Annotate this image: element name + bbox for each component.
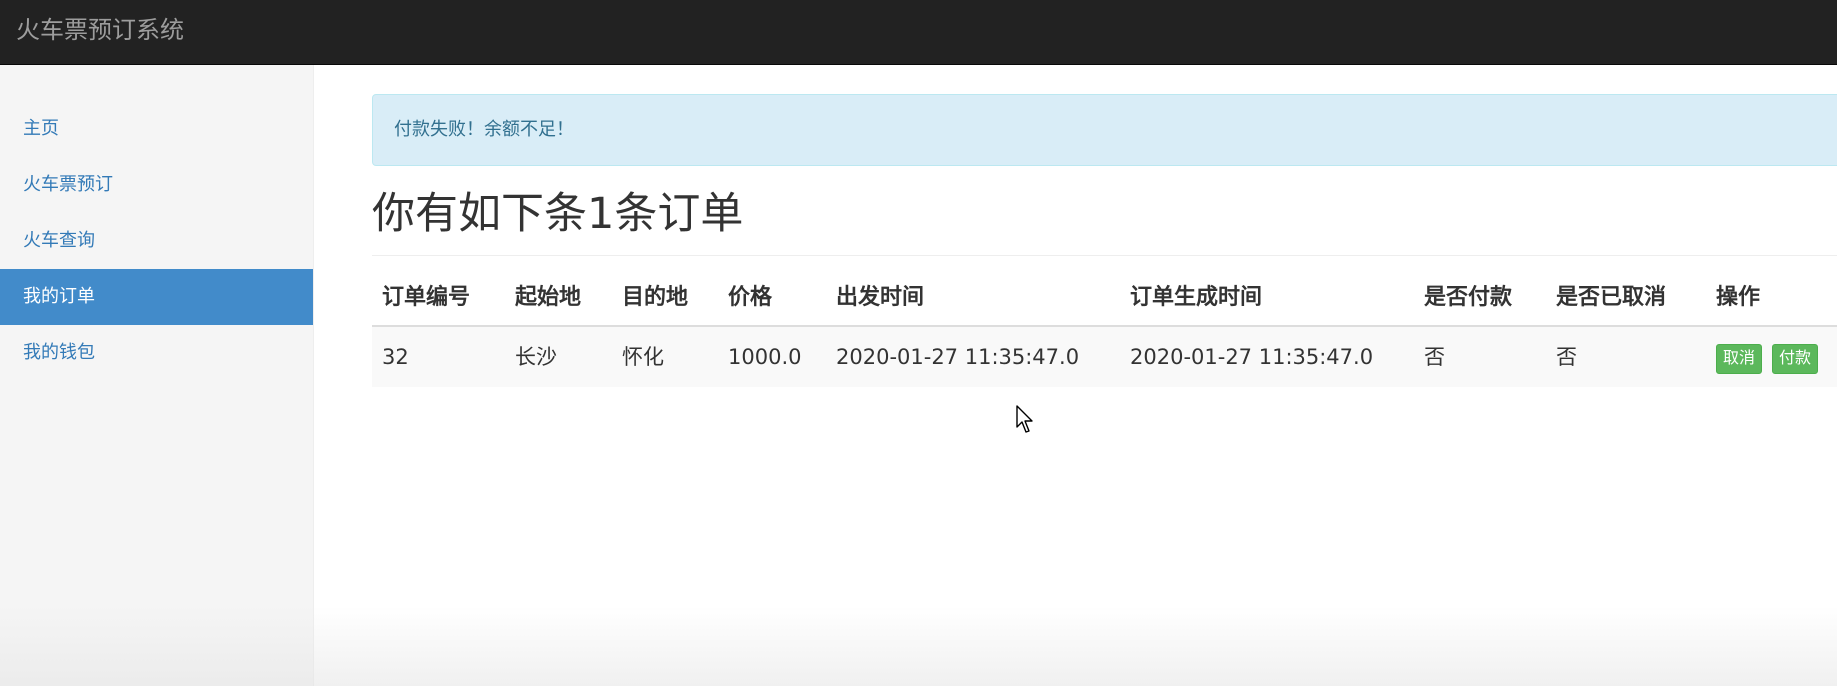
brand-title[interactable]: 火车票预订系统: [16, 14, 184, 46]
column-header-cancelled: 是否已取消: [1556, 285, 1667, 310]
title-divider: [372, 255, 1837, 256]
cell-created-time: 2020-01-27 11:35:47.0: [1130, 345, 1374, 369]
column-header-created-time: 订单生成时间: [1130, 285, 1263, 310]
top-navbar: 火车票预订系统: [0, 0, 1837, 65]
cell-depart-time: 2020-01-27 11:35:47.0: [836, 345, 1080, 369]
sidebar-item-ticket-booking[interactable]: 火车票预订: [0, 157, 313, 213]
column-header-order-id: 订单编号: [382, 285, 471, 310]
column-header-paid: 是否付款: [1424, 285, 1513, 310]
sidebar: 主页 火车票预订 火车查询 我的订单 我的钱包: [0, 65, 314, 686]
pay-order-button[interactable]: 付款: [1772, 344, 1819, 374]
cell-paid: 否: [1424, 345, 1445, 369]
column-header-to: 目的地: [622, 285, 689, 310]
sidebar-item-home[interactable]: 主页: [0, 101, 313, 157]
cell-from: 长沙: [515, 345, 557, 369]
column-header-price: 价格: [728, 285, 773, 310]
cell-cancelled: 否: [1556, 345, 1577, 369]
column-header-actions: 操作: [1716, 285, 1761, 310]
cancel-order-button[interactable]: 取消: [1716, 344, 1763, 374]
table-row: 32 长沙 怀化 1000.0 2020-01-27 11:35:47.0 20…: [372, 327, 1837, 387]
column-header-depart-time: 出发时间: [836, 285, 925, 310]
sidebar-item-my-orders[interactable]: 我的订单: [0, 269, 313, 325]
column-header-from: 起始地: [515, 285, 582, 310]
page-title: 你有如下条1条订单: [372, 189, 744, 239]
payment-failed-alert: 付款失败！余额不足！: [372, 94, 1837, 166]
sidebar-item-train-search[interactable]: 火车查询: [0, 213, 313, 269]
main-content: 付款失败！余额不足！ 你有如下条1条订单 订单编号 起始地 目的地 价格 出发时…: [372, 65, 1837, 686]
cell-price: 1000.0: [728, 345, 802, 369]
mouse-pointer-icon: [1016, 405, 1033, 433]
sidebar-item-my-wallet[interactable]: 我的钱包: [0, 325, 313, 381]
cell-order-id: 32: [382, 345, 409, 369]
cell-to: 怀化: [622, 345, 664, 369]
sidebar-nav: 主页 火车票预订 火车查询 我的订单 我的钱包: [0, 101, 313, 381]
